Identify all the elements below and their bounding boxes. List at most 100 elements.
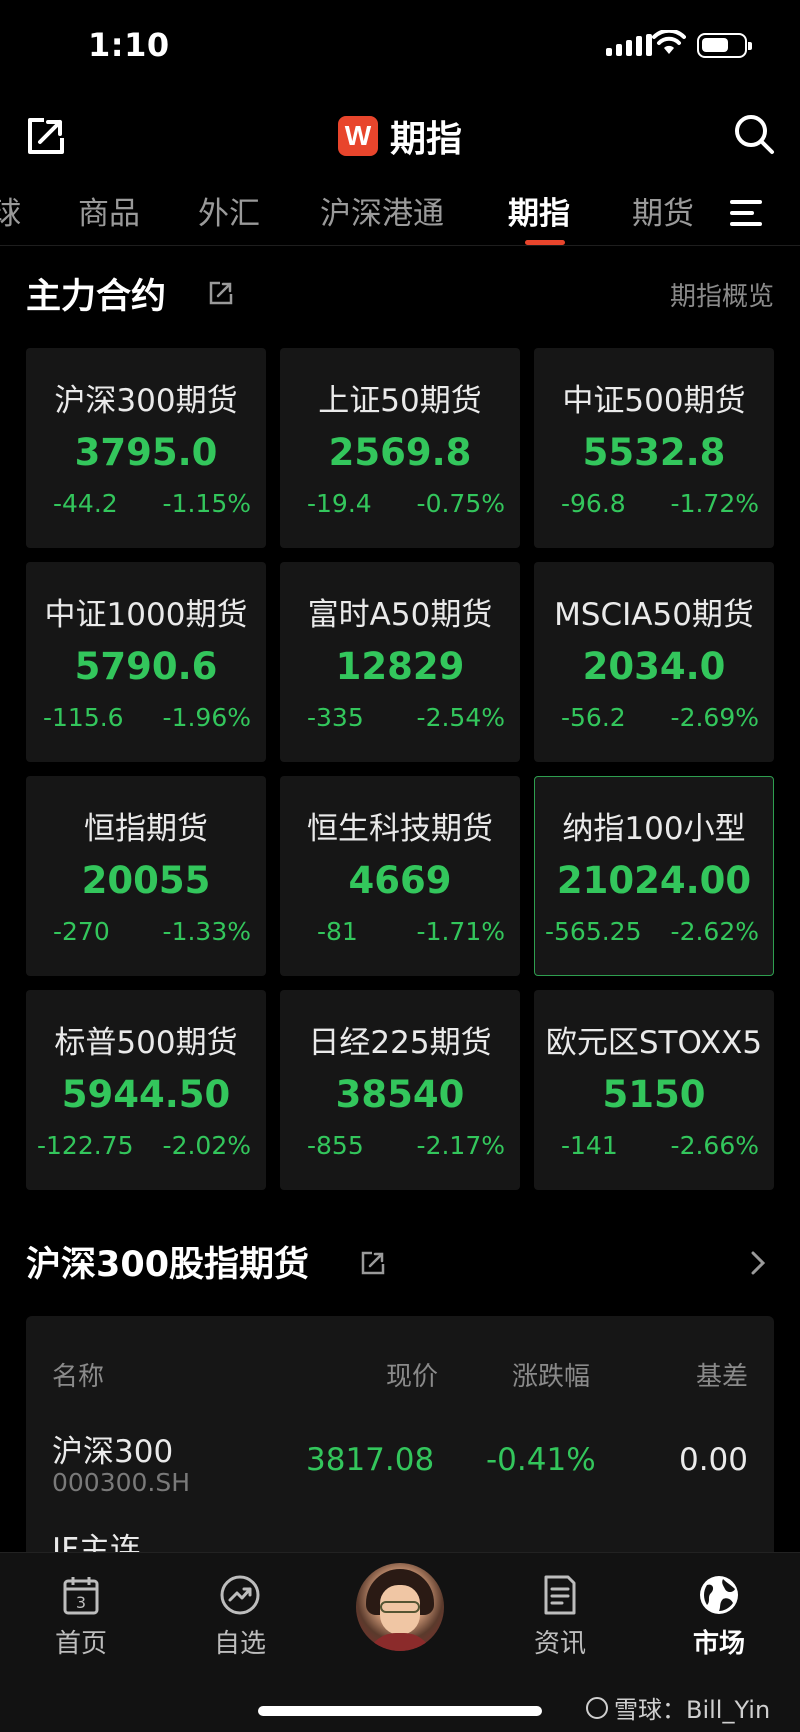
watermark-text: 雪球：Bill_Yin xyxy=(614,1696,771,1724)
contract-price: 5532.8 xyxy=(582,431,726,474)
contract-name: 富时A50期货 xyxy=(307,597,493,633)
contract-price: 2034.0 xyxy=(582,645,726,688)
svg-text:3: 3 xyxy=(76,1593,86,1612)
contract-card[interactable]: 恒指期货 20055 -270 -1.33% xyxy=(26,776,266,976)
app-logo: W xyxy=(337,116,378,156)
contract-price: 20055 xyxy=(81,859,211,902)
nav-label: 市场 xyxy=(692,1629,745,1659)
status-bar: 1:10 xyxy=(0,0,800,90)
avatar[interactable] xyxy=(356,1563,444,1651)
tab-forex[interactable]: 外汇 xyxy=(198,188,260,233)
futures-overview-link[interactable]: 期指概览 xyxy=(670,276,774,313)
contract-price: 21024.00 xyxy=(556,859,752,902)
contract-change-pct: -2.66% xyxy=(670,1131,759,1160)
tab-active-indicator xyxy=(525,240,565,245)
contract-change: -44.2 xyxy=(53,489,118,518)
row-basis: 0.00 xyxy=(678,1442,748,1478)
contract-card[interactable]: 富时A50期货 12829 -335 -2.54% xyxy=(280,562,520,762)
external-link-icon[interactable] xyxy=(208,280,234,306)
section-title-hs300-futures: 沪深300股指期货 xyxy=(26,1245,310,1285)
tab-global[interactable]: 球 xyxy=(0,188,21,233)
contract-card[interactable]: 沪深300期货 3795.0 -44.2 -1.15% xyxy=(26,348,266,548)
contract-change-pct: -1.72% xyxy=(670,489,759,518)
contract-name: 恒生科技期货 xyxy=(307,811,493,847)
contract-name: 日经225期货 xyxy=(308,1025,492,1061)
column-header-change-pct: 涨跌幅 xyxy=(512,1362,591,1392)
contract-change-pct: -2.62% xyxy=(670,917,759,946)
contract-change: -56.2 xyxy=(561,703,626,732)
nav-label: 自选 xyxy=(213,1629,266,1659)
contract-change-pct: -1.33% xyxy=(162,917,251,946)
tab-commodities[interactable]: 商品 xyxy=(78,188,140,233)
contract-change-pct: -0.75% xyxy=(416,489,505,518)
trend-icon xyxy=(220,1575,260,1615)
contract-card[interactable]: 中证500期货 5532.8 -96.8 -1.72% xyxy=(534,348,774,548)
section-title-main-contracts: 主力合约 xyxy=(26,277,167,317)
contract-change-pct: -1.71% xyxy=(416,917,505,946)
search-icon[interactable] xyxy=(732,112,776,156)
contract-name: 中证1000期货 xyxy=(44,597,248,633)
tab-futures[interactable]: 期货 xyxy=(632,188,694,233)
contract-change: -96.8 xyxy=(561,489,626,518)
contract-change: -141 xyxy=(561,1131,618,1160)
contract-name: MSCIA50期货 xyxy=(554,597,754,633)
tab-index-futures[interactable]: 期指 xyxy=(508,188,570,233)
column-header-price: 现价 xyxy=(386,1362,439,1392)
header: W 期指 xyxy=(0,100,800,170)
main-contracts-grid: 沪深300期货 3795.0 -44.2 -1.15% 上证50期货 2569.… xyxy=(26,348,774,1190)
contract-card[interactable]: 上证50期货 2569.8 -19.4 -0.75% xyxy=(280,348,520,548)
calendar-icon: 3 xyxy=(63,1577,99,1615)
contract-price: 5790.6 xyxy=(74,645,218,688)
contract-change-pct: -1.96% xyxy=(162,703,251,732)
contract-price: 5150 xyxy=(602,1073,706,1116)
market-tabs: 球 商品 外汇 沪深港通 期指 期货 xyxy=(0,188,800,246)
nav-market[interactable]: 市场 xyxy=(664,1561,774,1660)
contract-change-pct: -2.54% xyxy=(416,703,505,732)
contract-card-selected[interactable]: 纳指100小型 21024.00 -565.25 -2.62% xyxy=(534,776,774,976)
contract-change: -335 xyxy=(307,703,364,732)
page-title: 期指 xyxy=(389,119,462,160)
status-time: 1:10 xyxy=(88,26,170,64)
contract-name: 中证500期货 xyxy=(562,383,746,419)
contract-price: 38540 xyxy=(335,1073,465,1116)
header-title-group: W 期指 xyxy=(0,110,800,162)
watermark: 雪球：Bill_Yin xyxy=(586,1690,770,1725)
contract-change-pct: -1.15% xyxy=(162,489,251,518)
contract-change-pct: -2.17% xyxy=(416,1131,505,1160)
nav-watchlist[interactable]: 自选 xyxy=(185,1561,295,1660)
nav-home[interactable]: 3 首页 xyxy=(26,1561,136,1660)
row-code: 000300.SH xyxy=(52,1468,191,1497)
row-name: 沪深300 xyxy=(52,1434,174,1470)
row-change-pct: -0.41% xyxy=(486,1442,596,1478)
contract-change: -270 xyxy=(53,917,110,946)
contract-card[interactable]: 恒生科技期货 4669 -81 -1.71% xyxy=(280,776,520,976)
contract-change: -565.25 xyxy=(545,917,642,946)
contract-name: 纳指100小型 xyxy=(562,811,746,847)
contract-card[interactable]: 标普500期货 5944.50 -122.75 -2.02% xyxy=(26,990,266,1190)
contract-change: -19.4 xyxy=(307,489,372,518)
contract-price: 3795.0 xyxy=(74,431,218,474)
contract-name: 沪深300期货 xyxy=(54,383,238,419)
contract-name: 欧元区STOXX5 xyxy=(545,1025,763,1061)
column-header-basis: 基差 xyxy=(695,1362,748,1392)
chevron-right-icon[interactable] xyxy=(750,1250,766,1276)
tab-stock-connect[interactable]: 沪深港通 xyxy=(320,188,444,233)
snowball-logo-icon xyxy=(586,1696,608,1719)
nav-news[interactable]: 资讯 xyxy=(505,1561,615,1660)
cellular-signal-icon xyxy=(606,34,652,56)
contract-card[interactable]: 中证1000期货 5790.6 -115.6 -1.96% xyxy=(26,562,266,762)
contract-card[interactable]: 日经225期货 38540 -855 -2.17% xyxy=(280,990,520,1190)
contract-price: 4669 xyxy=(348,859,452,902)
contract-change: -81 xyxy=(317,917,358,946)
contract-change-pct: -2.02% xyxy=(162,1131,251,1160)
nav-label: 首页 xyxy=(54,1629,107,1659)
column-header-name: 名称 xyxy=(52,1362,105,1392)
contract-card[interactable]: MSCIA50期货 2034.0 -56.2 -2.69% xyxy=(534,562,774,762)
contract-card[interactable]: 欧元区STOXX5 5150 -141 -2.66% xyxy=(534,990,774,1190)
wifi-icon xyxy=(652,30,686,54)
home-indicator xyxy=(258,1706,542,1716)
external-link-icon[interactable] xyxy=(360,1250,386,1276)
menu-icon[interactable] xyxy=(730,200,762,226)
contract-change: -122.75 xyxy=(37,1131,134,1160)
contract-change: -115.6 xyxy=(43,703,124,732)
